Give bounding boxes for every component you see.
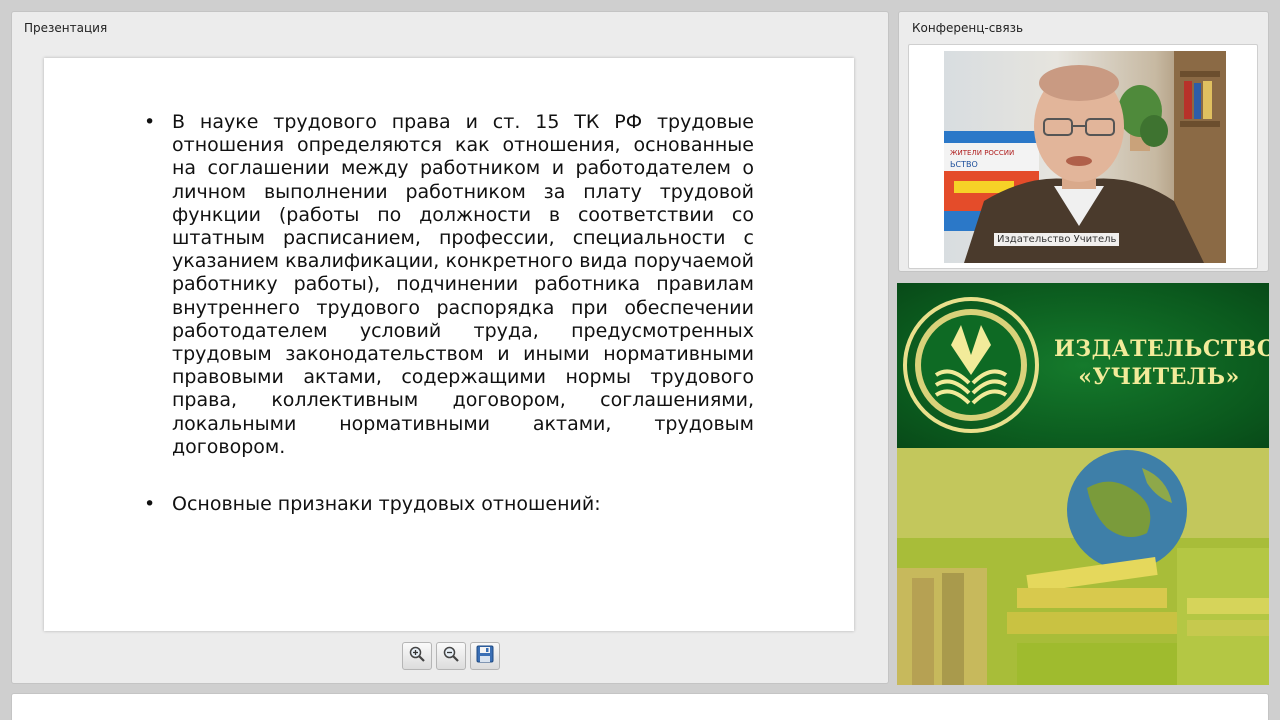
publisher-name-line: «УЧИТЕЛЬ» [1078,364,1240,390]
publisher-banner: ИЗДАТЕЛЬСТВО «УЧИТЕЛЬ» [897,283,1269,685]
zoom-in-button[interactable] [402,642,432,670]
slide-content: • В науке трудового права и ст. 15 ТК РФ… [142,111,754,516]
poster-text-line: ЖИТЕЛИ РОССИИ [950,149,1014,157]
webcam-image: ЖИТЕЛИ РОССИИ ЬСТВО [944,51,1226,263]
participant-name-label: Издательство Учитель [994,233,1120,246]
presentation-panel-title: Презентация [24,21,108,35]
webcam-video: ЖИТЕЛИ РОССИИ ЬСТВО [944,51,1226,263]
poster-text-line: ЬСТВО [950,160,978,169]
publisher-name: ИЗДАТЕЛЬСТВО «УЧИТЕЛЬ» [1054,335,1269,391]
bullet-text: Основные признаки трудовых отношений: [172,493,601,516]
bottom-panel [11,693,1269,720]
banner-image [897,448,1269,685]
zoom-out-button[interactable] [436,642,466,670]
bullet-text: В науке трудового права и ст. 15 ТК РФ т… [172,111,754,458]
conference-panel: Конференц-связь ЖИТЕЛИ РОССИИ ЬСТВО Изда… [898,11,1269,272]
publisher-name-line: ИЗДАТЕЛЬСТВО [1054,336,1269,362]
video-frame: ЖИТЕЛИ РОССИИ ЬСТВО Издательство Учитель [908,44,1258,269]
zoom-out-icon [442,645,460,668]
bullet-dot: • [144,111,156,133]
slide-toolbar [402,642,500,672]
slide-bullet: • Основные признаки трудовых отношений: [142,493,754,516]
banner-header: ИЗДАТЕЛЬСТВО «УЧИТЕЛЬ» [897,283,1269,448]
save-button[interactable] [470,642,500,670]
presentation-slide: • В науке трудового права и ст. 15 ТК РФ… [44,58,854,631]
bullet-dot: • [144,493,156,516]
presentation-panel: Презентация • В науке трудового права и … [11,11,889,684]
floppy-disk-icon [475,644,495,669]
slide-bullet: • В науке трудового права и ст. 15 ТК РФ… [142,111,754,459]
zoom-in-icon [408,645,426,668]
conference-panel-title: Конференц-связь [912,21,1024,35]
books-globe-illustration [897,448,1269,685]
